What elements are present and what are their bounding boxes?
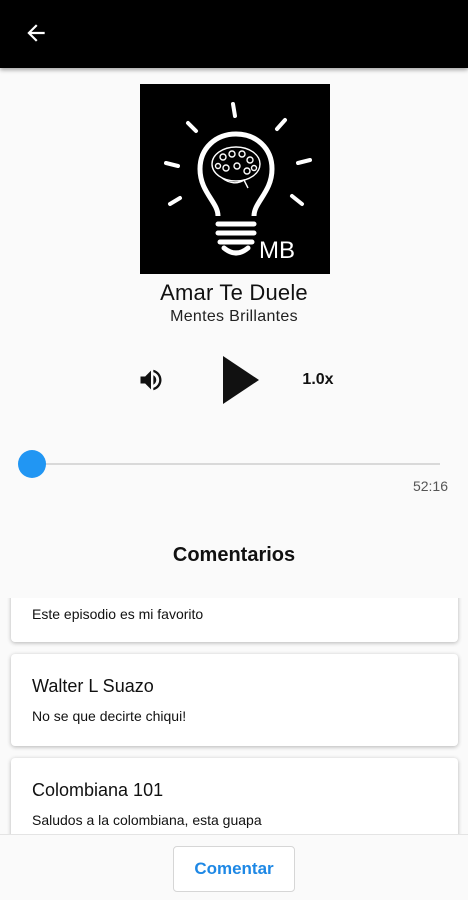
progress-slider[interactable] [18,450,440,478]
volume-icon [140,369,162,391]
app-bar [0,0,468,68]
episode-duration: 52:16 [412,478,448,494]
episode-author: Mentes Brillantes [170,308,298,325]
play-icon [223,356,259,404]
divider [0,834,468,835]
arrow-back-icon [27,24,45,42]
comments-heading: Comentarios [172,544,296,566]
comment-card: Este episodio es mi favorito [11,598,458,642]
cover-monogram: MB [259,237,295,264]
back-button[interactable] [14,13,58,53]
comment-text: No se que decirte chiqui! [32,708,187,724]
comments-list[interactable]: Este episodio es mi favorito Walter L Su… [0,598,468,834]
slider-thumb[interactable] [18,450,46,478]
episode-title: Amar Te Duele [160,280,308,305]
comment-author: Colombiana 101 [32,780,164,800]
lightbulb-brain-logo: MB [164,102,312,264]
play-button[interactable] [212,352,266,408]
comment-card: Walter L Suazo No se que decirte chiqui! [11,654,458,746]
comment-card: Colombiana 101 Saludos a la colombiana, … [11,758,458,834]
comment-button[interactable]: Comentar [173,846,295,892]
playback-speed-button[interactable]: 1.0x [296,368,340,392]
episode-cover-image: MB [140,84,330,274]
slider-track [32,463,440,465]
volume-button[interactable] [134,364,168,396]
comment-author: Walter L Suazo [32,676,154,696]
comment-text: Saludos a la colombiana, esta guapa [32,812,262,828]
comment-text: Este episodio es mi favorito [32,606,204,622]
